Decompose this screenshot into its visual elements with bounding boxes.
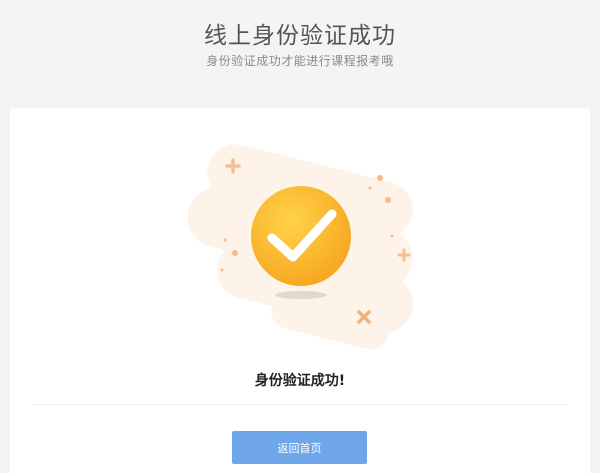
page-title: 线上身份验证成功	[204, 23, 396, 49]
return-home-button[interactable]: 返回首页	[232, 431, 367, 464]
result-card: 身份验证成功! 返回首页	[10, 108, 590, 473]
divider	[32, 404, 568, 405]
page-subtitle: 身份验证成功才能进行课程报考哦	[206, 54, 394, 68]
success-illustration	[187, 144, 413, 350]
coin-shadow	[275, 291, 327, 299]
check-circle-icon	[251, 186, 351, 286]
verification-success-page: 线上身份验证成功 身份验证成功才能进行课程报考哦 身份验证成功! 返回首页	[0, 0, 600, 473]
page-header: 线上身份验证成功 身份验证成功才能进行课程报考哦	[0, 0, 600, 100]
success-message: 身份验证成功!	[254, 373, 346, 389]
